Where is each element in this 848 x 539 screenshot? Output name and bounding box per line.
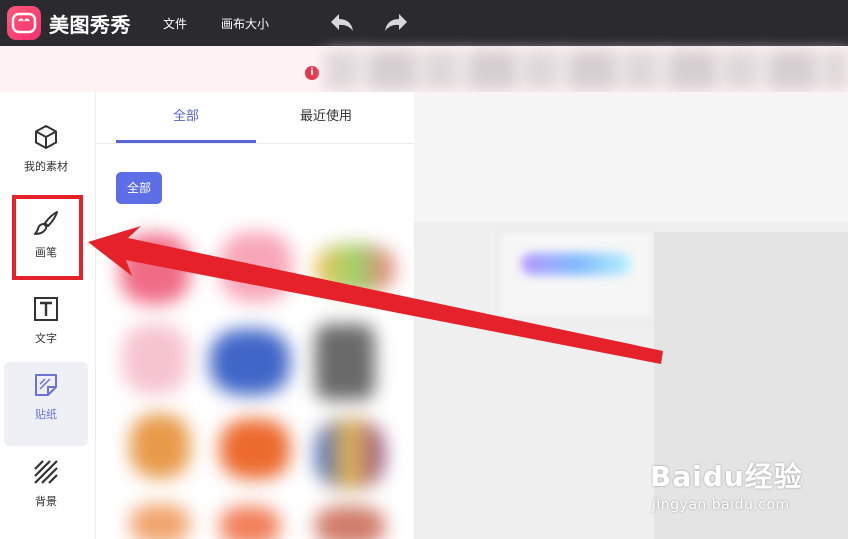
watermark-logo-text: Baidu经验 — [650, 460, 803, 493]
watermark-url: jingyan.baidu.com — [652, 497, 790, 513]
app-window: 美图秀秀 文件 画布大小 i 我的素材 画笔 文字 贴纸 背景 全部 最近使用 … — [0, 0, 848, 539]
watermark: Baidu经验 jingyan.baidu.com — [650, 455, 845, 525]
